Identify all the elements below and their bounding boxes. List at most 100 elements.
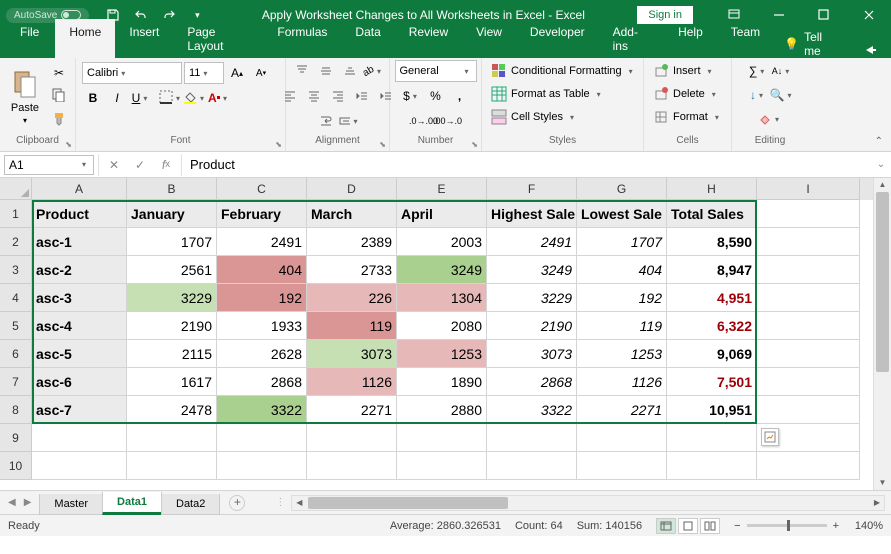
quick-analysis-button[interactable] (761, 428, 779, 446)
cell-G10[interactable] (577, 452, 667, 480)
cell-E3[interactable]: 3249 (397, 256, 487, 284)
cell-H9[interactable] (667, 424, 757, 452)
scroll-right-button[interactable]: ▶ (870, 496, 884, 510)
cell-A10[interactable] (32, 452, 127, 480)
align-center-button[interactable] (303, 85, 325, 107)
row-header-2[interactable]: 2 (0, 228, 32, 256)
clipboard-dialog-launcher[interactable]: ⬊ (65, 140, 72, 149)
row-header-4[interactable]: 4 (0, 284, 32, 312)
column-header-D[interactable]: D (307, 178, 397, 200)
cell-I7[interactable] (757, 368, 860, 396)
cell-header-7[interactable]: Total Sales (667, 200, 757, 228)
cell-I3[interactable] (757, 256, 860, 284)
insert-cells-button[interactable]: Insert▾ (648, 60, 720, 82)
row-header-10[interactable]: 10 (0, 452, 32, 480)
cell-I1[interactable] (757, 200, 860, 228)
cell-F8[interactable]: 3322 (487, 396, 577, 424)
cell-D4[interactable]: 226 (307, 284, 397, 312)
cell-E9[interactable] (397, 424, 487, 452)
cell-C5[interactable]: 1933 (217, 312, 307, 340)
accounting-format-button[interactable]: $▾ (401, 85, 423, 107)
cell-F2[interactable]: 2491 (487, 228, 577, 256)
cell-A3[interactable]: asc-2 (32, 256, 127, 284)
cell-G7[interactable]: 1126 (577, 368, 667, 396)
tab-insert[interactable]: Insert (115, 19, 173, 58)
cell-B10[interactable] (127, 452, 217, 480)
cell-C9[interactable] (217, 424, 307, 452)
scroll-up-button[interactable]: ▲ (874, 178, 891, 192)
row-header-8[interactable]: 8 (0, 396, 32, 424)
decrease-indent-button[interactable] (351, 85, 373, 107)
tab-team[interactable]: Team (717, 19, 774, 58)
cell-C6[interactable]: 2628 (217, 340, 307, 368)
cell-F4[interactable]: 3229 (487, 284, 577, 312)
tab-data[interactable]: Data (341, 19, 394, 58)
decrease-font-button[interactable]: A▾ (250, 62, 272, 84)
tab-view[interactable]: View (462, 19, 516, 58)
fill-button[interactable]: ↓▾ (747, 84, 769, 106)
cell-F3[interactable]: 3249 (487, 256, 577, 284)
close-button[interactable] (846, 0, 891, 30)
cancel-formula-button[interactable]: ✕ (101, 154, 127, 176)
cell-H2[interactable]: 8,590 (667, 228, 757, 256)
cell-header-2[interactable]: February (217, 200, 307, 228)
number-format-select[interactable]: General▾ (395, 60, 477, 82)
cell-I10[interactable] (757, 452, 860, 480)
page-break-view-button[interactable] (700, 518, 720, 534)
cell-E7[interactable]: 1890 (397, 368, 487, 396)
cell-header-3[interactable]: March (307, 200, 397, 228)
tellme-search[interactable]: 💡Tell me (774, 30, 851, 58)
select-all-button[interactable] (0, 178, 32, 200)
cell-G8[interactable]: 2271 (577, 396, 667, 424)
cell-I4[interactable] (757, 284, 860, 312)
font-color-button[interactable]: A▾ (208, 87, 230, 109)
cell-B9[interactable] (127, 424, 217, 452)
format-painter-button[interactable] (48, 110, 70, 132)
cell-G3[interactable]: 404 (577, 256, 667, 284)
find-select-button[interactable]: 🔍▾ (771, 84, 793, 106)
sheet-nav-next[interactable]: ▶ (24, 497, 32, 508)
cell-A9[interactable] (32, 424, 127, 452)
wrap-text-button[interactable] (315, 110, 337, 132)
cell-E6[interactable]: 1253 (397, 340, 487, 368)
cell-H10[interactable] (667, 452, 757, 480)
bold-button[interactable]: B (82, 87, 104, 109)
cell-H5[interactable]: 6,322 (667, 312, 757, 340)
collapse-ribbon-icon[interactable]: ⌃ (875, 136, 883, 147)
cell-A2[interactable]: asc-1 (32, 228, 127, 256)
autosum-button[interactable]: ∑▾ (747, 60, 769, 82)
comma-format-button[interactable]: , (449, 85, 471, 107)
tab-file[interactable]: File (4, 19, 55, 58)
tab-page-layout[interactable]: Page Layout (173, 19, 263, 58)
format-cells-button[interactable]: Format▾ (648, 106, 727, 128)
cell-C10[interactable] (217, 452, 307, 480)
font-dialog-launcher[interactable]: ⬊ (275, 140, 282, 149)
align-left-button[interactable] (279, 85, 301, 107)
cell-B4[interactable]: 3229 (127, 284, 217, 312)
cell-F10[interactable] (487, 452, 577, 480)
cell-D2[interactable]: 2389 (307, 228, 397, 256)
tab-add-ins[interactable]: Add-ins (599, 19, 664, 58)
cell-H8[interactable]: 10,951 (667, 396, 757, 424)
column-header-G[interactable]: G (577, 178, 667, 200)
column-header-H[interactable]: H (667, 178, 757, 200)
maximize-button[interactable] (801, 0, 846, 30)
cell-I6[interactable] (757, 340, 860, 368)
cell-E2[interactable]: 2003 (397, 228, 487, 256)
formula-input[interactable]: Product (182, 155, 871, 175)
cell-G5[interactable]: 119 (577, 312, 667, 340)
clear-button[interactable]: ▾ (759, 108, 781, 130)
cell-H3[interactable]: 8,947 (667, 256, 757, 284)
horizontal-scrollbar[interactable]: ◀ ▶ (291, 495, 885, 511)
underline-button[interactable]: U▾ (130, 87, 152, 109)
cell-header-0[interactable]: Product (32, 200, 127, 228)
cell-F9[interactable] (487, 424, 577, 452)
cell-H4[interactable]: 4,951 (667, 284, 757, 312)
column-header-B[interactable]: B (127, 178, 217, 200)
cell-A7[interactable]: asc-6 (32, 368, 127, 396)
cell-E5[interactable]: 2080 (397, 312, 487, 340)
cell-B7[interactable]: 1617 (127, 368, 217, 396)
number-dialog-launcher[interactable]: ⬊ (471, 140, 478, 149)
font-size-select[interactable]: 11▾ (184, 62, 224, 84)
cell-B5[interactable]: 2190 (127, 312, 217, 340)
